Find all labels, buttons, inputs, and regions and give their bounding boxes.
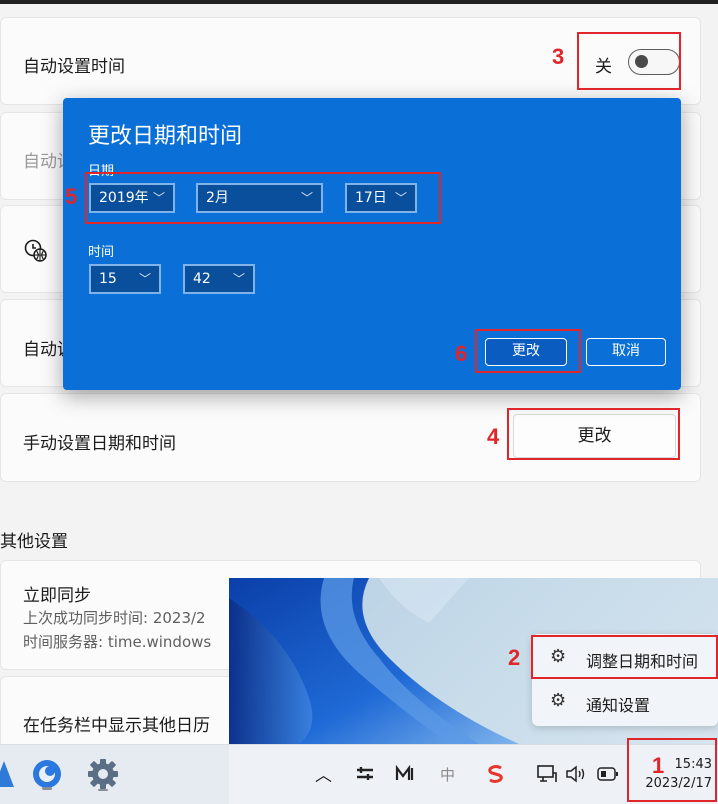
network-icon[interactable] xyxy=(536,763,558,785)
time-zone-globe-icon xyxy=(24,239,47,262)
calendar-label: 在任务栏中显示其他日历 xyxy=(23,716,210,736)
annotation-step-1: 1 xyxy=(652,753,665,778)
menu-item-label: 通知设置 xyxy=(586,696,651,715)
battery-icon[interactable] xyxy=(597,767,619,781)
minute-dropdown[interactable]: 42 ﹀ xyxy=(183,264,255,294)
taskbar-pinned-area xyxy=(0,745,229,804)
annotation-step-6: 6 xyxy=(455,341,468,366)
ime-icon[interactable]: 中 xyxy=(440,764,455,785)
chevron-down-icon: ﹀ xyxy=(138,272,151,286)
weather-icon[interactable] xyxy=(30,757,64,791)
settings-icon[interactable] xyxy=(86,757,120,791)
annotation-step-2: 2 xyxy=(508,645,521,670)
annotation-step-3: 3 xyxy=(552,44,565,69)
other-settings-title: 其他设置 xyxy=(0,532,68,552)
menu-item-notification-settings[interactable]: ⚙ 通知设置 xyxy=(532,682,718,722)
dialog-cancel-button[interactable]: 取消 xyxy=(586,338,666,366)
volume-icon[interactable] xyxy=(565,764,587,784)
window-top-edge xyxy=(0,0,718,4)
annotation-step-4: 4 xyxy=(487,424,500,449)
manual-time-label: 手动设置日期和时间 xyxy=(23,434,176,454)
edge-like-icon[interactable] xyxy=(0,759,14,789)
sync-title: 立即同步 xyxy=(23,586,91,606)
annotation-step-5: 5 xyxy=(65,184,78,209)
hour-value: 15 xyxy=(99,271,117,287)
pen-icon[interactable] xyxy=(355,765,375,783)
chevron-up-icon[interactable]: ︿ xyxy=(315,761,332,786)
annotation-box-5 xyxy=(85,172,441,224)
hour-dropdown[interactable]: 15 ﹀ xyxy=(89,264,161,294)
gear-icon: ⚙ xyxy=(550,690,567,711)
dialog-title: 更改日期和时间 xyxy=(88,124,243,149)
app-icon[interactable] xyxy=(395,765,415,783)
annotation-box-1 xyxy=(627,738,717,802)
annotation-box-6 xyxy=(475,329,581,373)
taskbar: ︿ 中 15:43 2023/2/17 xyxy=(0,744,718,804)
annotation-box-2 xyxy=(531,635,718,679)
sogou-icon[interactable] xyxy=(485,763,507,785)
sync-server: 时间服务器: time.windows xyxy=(23,633,212,651)
annotation-box-4 xyxy=(507,408,680,460)
chevron-down-icon: ﹀ xyxy=(232,272,245,286)
auto-time-label: 自动设置时间 xyxy=(23,57,125,77)
time-label: 时间 xyxy=(88,245,115,260)
change-date-time-dialog: 更改日期和时间 日期 2019年 ﹀ 2月 ﹀ 17日 ﹀ 时间 15 ﹀ 42 ﹀ 更改… xyxy=(63,98,681,390)
minute-value: 42 xyxy=(193,271,211,287)
sync-last-time: 上次成功同步时间: 2023/2 xyxy=(23,609,206,627)
annotation-box-3 xyxy=(577,32,681,90)
